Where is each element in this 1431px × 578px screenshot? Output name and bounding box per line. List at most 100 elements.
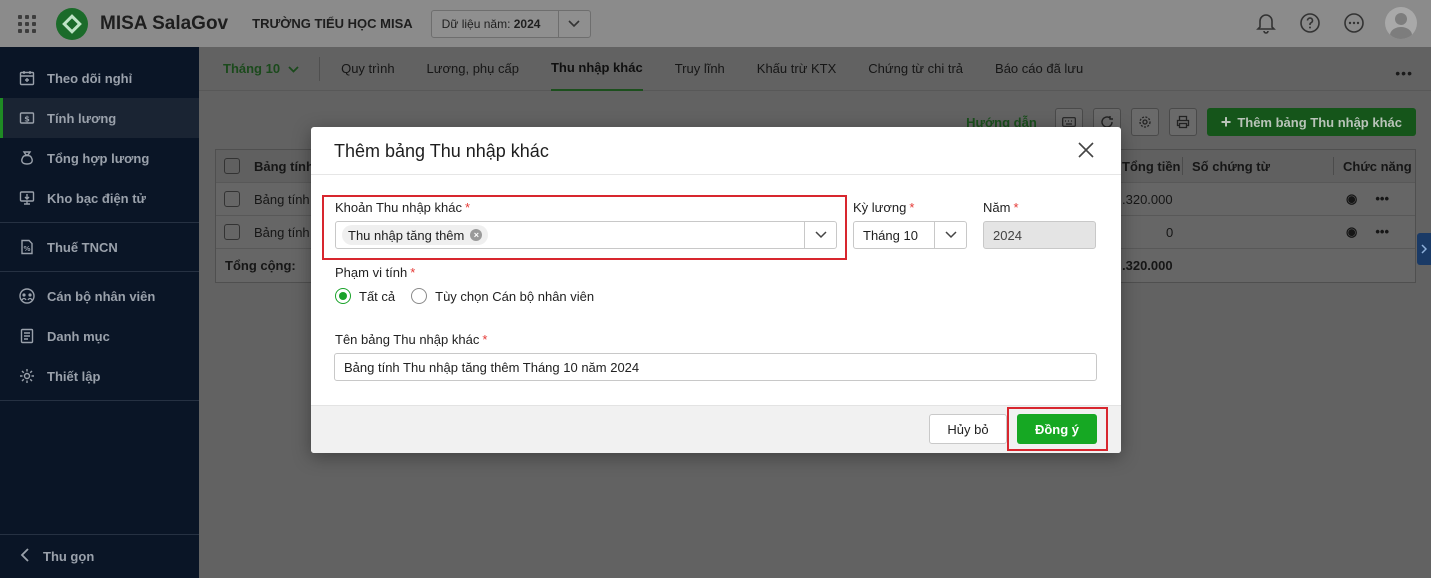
tab-chung-tu-chi-tra[interactable]: Chứng từ chi trả: [868, 47, 963, 91]
list-document-icon: [18, 327, 36, 345]
table-name-input[interactable]: [334, 353, 1097, 381]
required-mark: *: [464, 200, 471, 215]
sidebar-item-danh-muc[interactable]: Danh mục: [0, 316, 199, 356]
sidebar-item-can-bo[interactable]: Cán bộ nhân viên: [0, 276, 199, 316]
sidebar-item-theo-doi-nghi[interactable]: Theo dõi nghỉ: [0, 58, 199, 98]
period-value: Tháng 10: [863, 227, 918, 243]
bell-icon[interactable]: [1253, 10, 1279, 36]
sidebar-item-label: Thuế TNCN: [47, 239, 118, 255]
tab-bao-cao-da-luu[interactable]: Báo cáo đã lưu: [995, 47, 1083, 91]
sidebar-item-label: Tổng hợp lương: [47, 150, 150, 166]
chevron-left-icon: [20, 548, 30, 565]
footer-total: .320.000: [1122, 258, 1173, 273]
year-field: 2024: [983, 221, 1096, 249]
sidebar-item-thiet-lap[interactable]: Thiết lập: [0, 356, 199, 396]
required-mark: *: [1013, 200, 1019, 215]
sidebar-item-label: Kho bạc điện tử: [47, 190, 146, 206]
income-type-label: Khoản Thu nhập khác: [335, 200, 462, 215]
sidebar-item-kho-bac[interactable]: Kho bạc điện tử: [0, 178, 199, 218]
period-label: Kỳ lương: [853, 200, 907, 215]
row-name: Bảng tính: [254, 191, 310, 207]
svg-text:%: %: [23, 245, 30, 253]
sidebar-item-tong-hop-luong[interactable]: Tổng hợp lương: [0, 138, 199, 178]
tab-thu-nhap-khac[interactable]: Thu nhập khác: [550, 47, 643, 91]
collapse-label: Thu gọn: [43, 549, 95, 564]
user-avatar[interactable]: [1385, 7, 1417, 39]
month-label: Tháng 10: [223, 61, 281, 76]
year-label: Dữ liệu năm:: [441, 16, 511, 31]
year-value: 2024: [513, 16, 541, 31]
footer-label: Tổng cộng:: [225, 258, 296, 273]
table-name-label: Tên bảng Thu nhập khác: [335, 332, 480, 347]
app-name: MISA SalaGov: [100, 12, 229, 34]
scope-radio-group: Tất cả Tùy chọn Cán bộ nhân viên: [335, 288, 594, 304]
calendar-icon: [18, 69, 36, 87]
scope-custom-label[interactable]: Tùy chọn Cán bộ nhân viên: [435, 289, 594, 304]
scope-all-radio[interactable]: [335, 288, 351, 304]
add-other-income-button[interactable]: + Thêm bảng Thu nhập khác: [1206, 108, 1416, 136]
sidebar-collapse-button[interactable]: Thu gọn: [0, 534, 199, 578]
close-icon[interactable]: [1077, 141, 1095, 159]
sidebar: Theo dõi nghỉ $ Tính lương Tổng hợp lươn…: [0, 47, 199, 578]
row-total: .320.000: [1122, 191, 1173, 207]
money-bag-icon: [18, 149, 36, 167]
row-checkbox[interactable]: [224, 191, 240, 207]
plus-icon: +: [1220, 112, 1232, 132]
svg-text:$: $: [24, 115, 30, 124]
expand-panel-button[interactable]: [1417, 233, 1431, 265]
col-name-header: Bảng tính: [254, 158, 314, 174]
agree-button[interactable]: Đồng ý: [1017, 414, 1097, 444]
data-year-select[interactable]: Dữ liệu năm: 2024: [430, 9, 591, 38]
more-options-icon[interactable]: [1341, 10, 1367, 36]
scope-label: Phạm vi tính: [335, 265, 408, 280]
period-select[interactable]: Tháng 10: [853, 221, 967, 249]
more-tabs-icon[interactable]: •••: [1395, 65, 1413, 81]
tab-luong-phu-cap[interactable]: Lương, phụ cấp: [427, 47, 519, 91]
chevron-down-icon: [934, 222, 966, 248]
remove-chip-icon[interactable]: ×: [470, 229, 483, 241]
chip-label: Thu nhập tăng thêm: [348, 227, 465, 243]
school-name: TRƯỜNG TIỂU HỌC MISA: [252, 16, 413, 31]
dialog-title: Thêm bảng Thu nhập khác: [334, 141, 549, 161]
year-field-label: Năm: [983, 200, 1011, 215]
income-type-select[interactable]: Thu nhập tăng thêm ×: [335, 221, 837, 249]
top-header: MISA SalaGov TRƯỜNG TIỂU HỌC MISA Dữ liệ…: [0, 0, 1431, 47]
sidebar-item-label: Theo dõi nghỉ: [47, 70, 133, 86]
add-income-dialog: Thêm bảng Thu nhập khác Khoản Thu nhập k…: [311, 127, 1121, 453]
app-grid-icon[interactable]: [18, 14, 36, 33]
scope-all-label[interactable]: Tất cả: [359, 289, 395, 304]
col-fn-header: Chức năng: [1343, 158, 1412, 174]
row-total: 0: [1166, 224, 1174, 240]
help-icon[interactable]: [1297, 10, 1323, 36]
print-icon[interactable]: [1168, 108, 1197, 136]
tab-truy-linh[interactable]: Truy lĩnh: [675, 47, 725, 91]
misa-logo: [56, 7, 88, 40]
sidebar-item-label: Danh mục: [47, 328, 110, 344]
row-name: Bảng tính: [254, 224, 310, 240]
select-all-checkbox[interactable]: [224, 158, 240, 174]
cancel-button[interactable]: Hủy bỏ: [929, 414, 1007, 444]
view-icon[interactable]: ◉: [1346, 224, 1357, 240]
sidebar-item-label: Cán bộ nhân viên: [47, 288, 156, 304]
sidebar-item-tinh-luong[interactable]: $ Tính lương: [0, 98, 199, 138]
users-icon: [18, 287, 36, 305]
view-icon[interactable]: ◉: [1346, 191, 1357, 207]
sidebar-item-label: Tính lương: [47, 110, 117, 126]
required-mark: *: [482, 332, 488, 347]
gear-icon: [18, 367, 36, 385]
chevron-down-icon: [557, 10, 590, 37]
tax-document-icon: %: [18, 238, 36, 256]
scope-custom-radio[interactable]: [411, 288, 428, 304]
month-selector[interactable]: Tháng 10: [223, 56, 321, 81]
tab-khau-tru-ktx[interactable]: Khấu trừ KTX: [757, 47, 837, 91]
row-checkbox[interactable]: [224, 224, 240, 240]
row-more-icon[interactable]: •••: [1375, 224, 1389, 240]
sidebar-item-thue-tncn[interactable]: % Thuế TNCN: [0, 227, 199, 267]
selected-income-chip: Thu nhập tăng thêm ×: [342, 225, 489, 245]
row-more-icon[interactable]: •••: [1375, 191, 1389, 207]
chevron-down-icon: [288, 61, 299, 76]
required-mark: *: [410, 265, 416, 280]
settings-icon[interactable]: [1130, 108, 1159, 136]
chevron-down-icon: [804, 222, 836, 248]
tab-quy-trinh[interactable]: Quy trình: [341, 47, 394, 91]
